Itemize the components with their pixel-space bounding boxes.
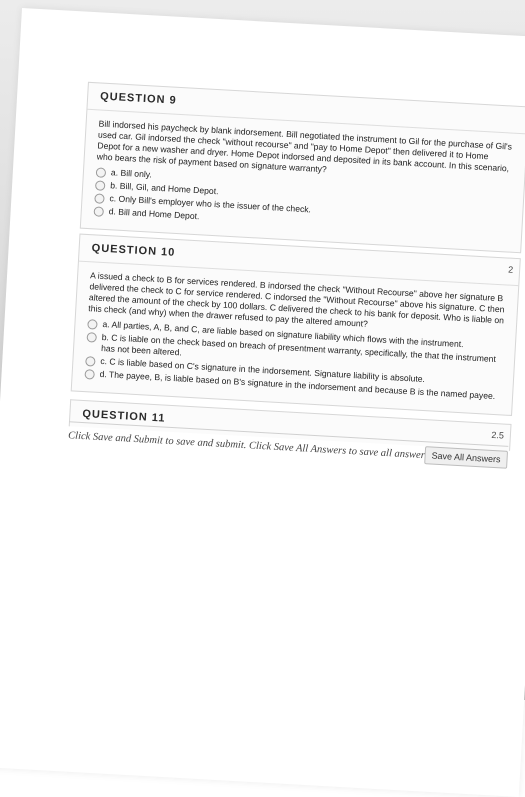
radio-button[interactable] [85, 356, 96, 367]
quiz-page: QUESTION 9 Bill indorsed his paycheck by… [0, 8, 525, 797]
question-9-panel: QUESTION 9 Bill indorsed his paycheck by… [79, 81, 525, 254]
option-label: a. Bill only. [110, 167, 153, 180]
option-label: d. Bill and Home Depot. [108, 206, 200, 222]
save-all-answers-button[interactable]: Save All Answers [424, 446, 509, 469]
question-10-points: 2 [507, 264, 514, 275]
question-11-points: 2.5 [491, 429, 505, 441]
radio-button[interactable] [93, 206, 105, 217]
radio-button[interactable] [87, 319, 98, 330]
radio-button[interactable] [94, 180, 106, 191]
question-10-panel: QUESTION 10 2 A issued a check to B for … [70, 233, 521, 416]
radio-button[interactable] [95, 167, 107, 178]
radio-button[interactable] [94, 193, 105, 204]
radio-button[interactable] [84, 369, 95, 380]
radio-button[interactable] [86, 332, 97, 343]
